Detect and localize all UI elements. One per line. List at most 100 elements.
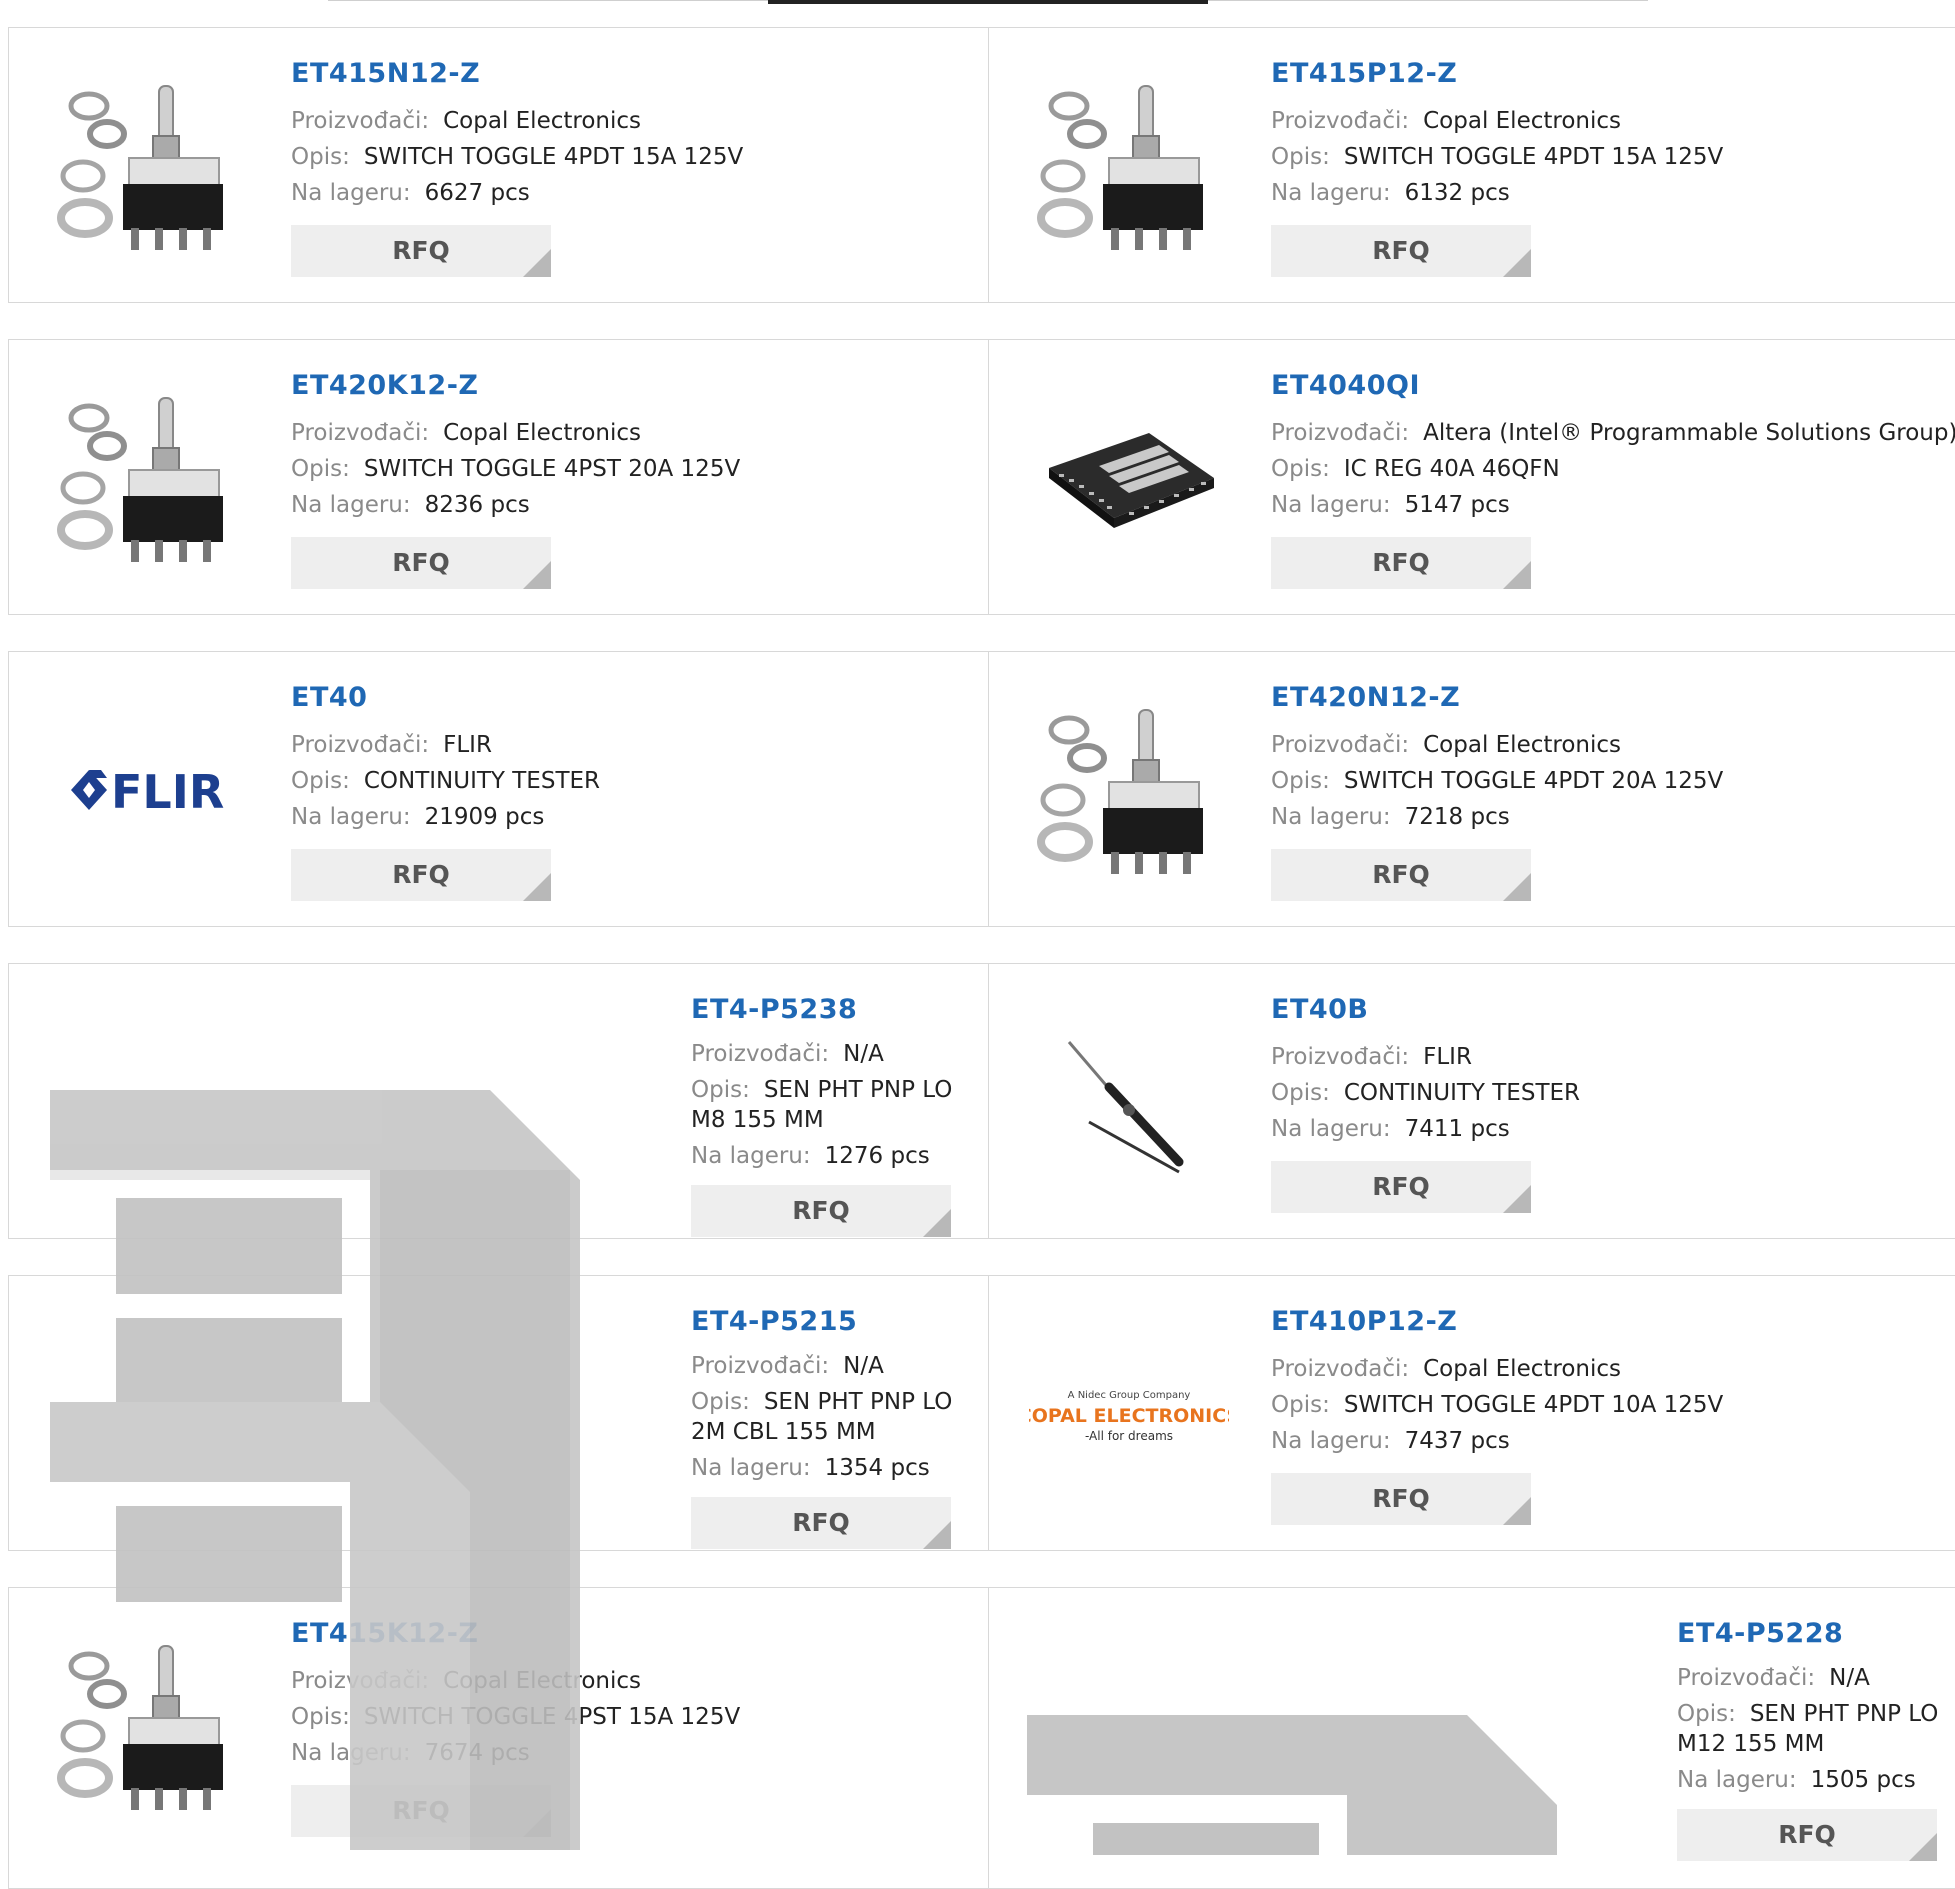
description-label: Opis:	[691, 1077, 750, 1103]
rfq-button[interactable]: RFQ	[1677, 1809, 1937, 1861]
corner-triangle	[923, 1209, 951, 1237]
copal-tagline-bottom: -All for dreams	[1085, 1429, 1173, 1443]
rfq-label: RFQ	[392, 1796, 450, 1825]
product-name-link[interactable]: ET415P12-Z	[1271, 58, 1723, 89]
product-name-link[interactable]: ET4-P5238	[691, 994, 991, 1025]
product-name-link[interactable]: ET415N12-Z	[291, 58, 743, 89]
rfq-button[interactable]: RFQ	[691, 1185, 951, 1237]
rfq-button[interactable]: RFQ	[1271, 225, 1531, 277]
description-label: Opis:	[291, 768, 350, 794]
corner-triangle	[1503, 561, 1531, 589]
description-label: Opis:	[1271, 456, 1330, 482]
description-value: SWITCH TOGGLE 4PDT 15A 125V	[363, 144, 744, 170]
corner-triangle	[523, 1809, 551, 1837]
product-card: ET415P12-Z Proizvođači: Copal Electronics…	[989, 28, 1955, 302]
product-card: A Nidec Group Company COPAL ELECTRONICS …	[989, 1276, 1955, 1550]
product-name-link[interactable]: ET410P12-Z	[1271, 1306, 1723, 1337]
corner-triangle	[1503, 1497, 1531, 1525]
rfq-button[interactable]: RFQ	[1271, 1161, 1531, 1213]
qfn-chip-icon[interactable]	[1029, 378, 1229, 578]
rfq-label: RFQ	[1372, 548, 1430, 577]
product-row: ET415K12-Z Proizvođači: Copal Electronics…	[8, 1587, 1955, 1889]
product-card: ET420K12-Z Proizvođači: Copal Electronics…	[9, 340, 987, 614]
manufacturer-label: Proizvođači:	[691, 1041, 830, 1067]
manufacturer-value: Copal Electronics	[1423, 108, 1622, 134]
toggle-switch-icon[interactable]	[49, 1626, 249, 1826]
manufacturer-value: FLIR	[443, 732, 492, 758]
rfq-button[interactable]: RFQ	[691, 1497, 951, 1549]
rfq-button[interactable]: RFQ	[1271, 849, 1531, 901]
manufacturer-label: Proizvođači:	[291, 420, 430, 446]
product-name-link[interactable]: ET4-P5215	[691, 1306, 991, 1337]
rfq-button[interactable]: RFQ	[1271, 537, 1531, 589]
description-value: CONTINUITY TESTER	[363, 768, 601, 794]
manufacturer-value: Copal Electronics	[1423, 1356, 1622, 1382]
stock-value: 1354 pcs	[824, 1455, 930, 1481]
stock-value: 1505 pcs	[1810, 1767, 1916, 1793]
rfq-button[interactable]: RFQ	[291, 537, 551, 589]
product-card: ET40B Proizvođači: FLIR Opis: CONTINUITY T…	[989, 964, 1955, 1238]
toggle-switch-icon[interactable]	[1029, 66, 1229, 266]
product-row: ET415N12-Z Proizvođači: Copal Electronics…	[8, 27, 1955, 303]
rfq-button[interactable]: RFQ	[291, 1785, 551, 1837]
product-name-link[interactable]: ET4-P5228	[1677, 1618, 1955, 1649]
manufacturer-label: Proizvođači:	[1271, 732, 1410, 758]
rfq-label: RFQ	[392, 236, 450, 265]
product-card: ET420N12-Z Proizvođači: Copal Electronics…	[989, 652, 1955, 926]
stock-label: Na lageru:	[1677, 1767, 1797, 1793]
manufacturer-label: Proizvođači:	[1677, 1665, 1816, 1691]
toggle-switch-icon[interactable]	[1029, 690, 1229, 890]
product-card: ET415N12-Z Proizvođači: Copal Electronics…	[9, 28, 987, 302]
stock-value: 7218 pcs	[1404, 804, 1510, 830]
product-name-link[interactable]: ET420N12-Z	[1271, 682, 1723, 713]
corner-triangle	[1909, 1833, 1937, 1861]
toggle-switch-icon[interactable]	[49, 66, 249, 266]
product-name-link[interactable]: ET420K12-Z	[291, 370, 740, 401]
toggle-switch-icon[interactable]	[49, 378, 249, 578]
product-card: ET4-P5238 Proizvođači: N/A Opis: SEN PHT P…	[9, 964, 987, 1238]
stock-label: Na lageru:	[291, 492, 411, 518]
manufacturer-label: Proizvođači:	[1271, 420, 1410, 446]
rfq-label: RFQ	[1372, 1484, 1430, 1513]
stock-value: 8236 pcs	[424, 492, 530, 518]
description-value: SWITCH TOGGLE 4PST 20A 125V	[363, 456, 741, 482]
rfq-button[interactable]: RFQ	[1271, 1473, 1531, 1525]
stock-label: Na lageru:	[291, 180, 411, 206]
manufacturer-label: Proizvođači:	[291, 732, 430, 758]
stock-value: 1276 pcs	[824, 1143, 930, 1169]
stock-label: Na lageru:	[691, 1143, 811, 1169]
rfq-button[interactable]: RFQ	[291, 849, 551, 901]
product-name-link[interactable]: ET415K12-Z	[291, 1618, 740, 1649]
manufacturer-value: Copal Electronics	[443, 108, 642, 134]
copal-logo[interactable]: A Nidec Group Company COPAL ELECTRONICS …	[1018, 1314, 1240, 1514]
stock-value: 21909 pcs	[424, 804, 545, 830]
product-name-link[interactable]: ET4040QI	[1271, 370, 1955, 401]
description-value: SWITCH TOGGLE 4PST 15A 125V	[363, 1704, 741, 1730]
product-row: ET420K12-Z Proizvođači: Copal Electronics…	[8, 339, 1955, 615]
flir-logo[interactable]: FLIR	[49, 690, 249, 890]
description-label: Opis:	[291, 144, 350, 170]
manufacturer-value: Copal Electronics	[443, 420, 642, 446]
rfq-button[interactable]: RFQ	[291, 225, 551, 277]
rfq-label: RFQ	[792, 1196, 850, 1225]
product-name-link[interactable]: ET40B	[1271, 994, 1580, 1025]
product-name-link[interactable]: ET40	[291, 682, 600, 713]
manufacturer-label: Proizvođači:	[1271, 108, 1410, 134]
manufacturer-label: Proizvođači:	[691, 1353, 830, 1379]
rfq-label: RFQ	[1778, 1820, 1836, 1849]
rfq-label: RFQ	[1372, 236, 1430, 265]
description-label: Opis:	[291, 1704, 350, 1730]
stock-value: 7411 pcs	[1404, 1116, 1510, 1142]
rfq-label: RFQ	[1372, 860, 1430, 889]
description-label: Opis:	[1271, 768, 1330, 794]
manufacturer-value: FLIR	[1423, 1044, 1472, 1070]
corner-triangle	[523, 249, 551, 277]
active-tab-indicator	[768, 0, 1208, 4]
product-card: ET4040QI Proizvođači: Altera (Intel® Prog…	[989, 340, 1955, 614]
product-row: FLIR ET40 Proizvođači: FLIR Opis: CONTINUI…	[8, 651, 1955, 927]
tester-probe-icon[interactable]	[1029, 1002, 1229, 1202]
rfq-label: RFQ	[1372, 1172, 1430, 1201]
description-label: Opis:	[291, 456, 350, 482]
description-value: SWITCH TOGGLE 4PDT 15A 125V	[1343, 144, 1724, 170]
corner-triangle	[923, 1521, 951, 1549]
